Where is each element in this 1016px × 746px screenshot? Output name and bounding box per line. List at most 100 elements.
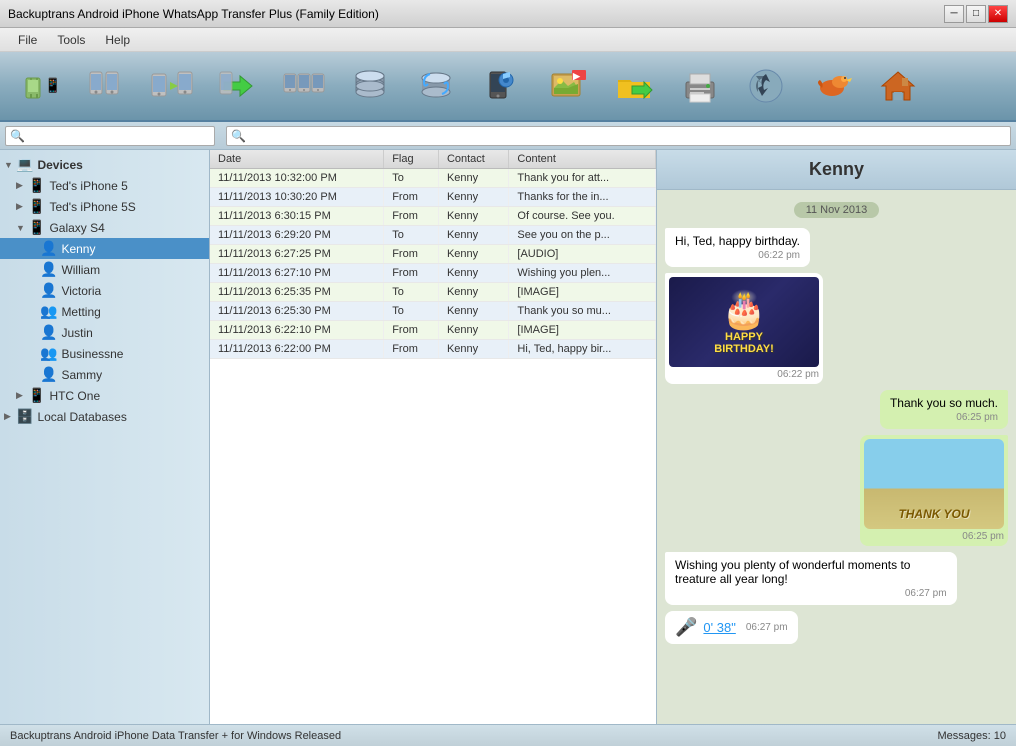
minimize-button[interactable]: ─ <box>944 5 964 23</box>
chat-bubble-1: Hi, Ted, happy birthday. 06:22 pm <box>665 228 810 267</box>
cell-contact: Kenny <box>438 169 508 188</box>
metting-icon: 👥 <box>40 303 57 320</box>
transfer-icon <box>148 62 196 110</box>
toolbar-database[interactable] <box>340 57 400 115</box>
audio-duration[interactable]: 0' 38" <box>703 620 735 635</box>
toolbar-bird[interactable] <box>802 57 862 115</box>
iphone5-icon: 📱 <box>28 177 45 194</box>
photos-icon: ▶ <box>544 62 592 110</box>
toolbar-transfer[interactable] <box>142 57 202 115</box>
table-row[interactable]: 11/11/2013 6:22:00 PM From Kenny Hi, Ted… <box>210 340 656 359</box>
cell-flag: From <box>384 264 439 283</box>
htc-arrow: ▶ <box>16 390 28 401</box>
sidebar-item-metting[interactable]: 👥 Metting <box>0 301 209 322</box>
col-contact: Contact <box>438 150 508 169</box>
svg-text:▶: ▶ <box>572 71 581 81</box>
folder-export-icon <box>610 62 658 110</box>
chat-bubble-5: Wishing you plenty of wonderful moments … <box>665 552 957 605</box>
sidebar-item-teds-iphone5[interactable]: ▶ 📱 Ted's iPhone 5 <box>0 175 209 196</box>
iphone5-label: Ted's iPhone 5 <box>49 179 127 193</box>
toolbar-export[interactable] <box>208 57 268 115</box>
content-area: Date Flag Contact Content 11/11/2013 10:… <box>210 150 656 724</box>
chat-time-3: 06:25 pm <box>890 412 998 423</box>
toolbar-android-transfer[interactable]: 📱 <box>10 57 70 115</box>
devices-icon <box>280 62 328 110</box>
cell-flag: To <box>384 283 439 302</box>
sidebar-item-teds-iphone5s[interactable]: ▶ 📱 Ted's iPhone 5S <box>0 196 209 217</box>
main-area: ▼ 💻 Devices ▶ 📱 Ted's iPhone 5 ▶ 📱 Ted's… <box>0 150 1016 724</box>
cell-content: Wishing you plen... <box>509 264 656 283</box>
sidebar-item-kenny[interactable]: 👤 Kenny <box>0 238 209 259</box>
htc-label: HTC One <box>49 389 100 403</box>
col-date: Date <box>210 150 384 169</box>
toolbar-devices[interactable] <box>274 57 334 115</box>
sidebar: ▼ 💻 Devices ▶ 📱 Ted's iPhone 5 ▶ 📱 Ted's… <box>0 150 210 724</box>
toolbar-folder-export[interactable] <box>604 57 664 115</box>
toolbar-print[interactable] <box>670 57 730 115</box>
message-list[interactable]: Date Flag Contact Content 11/11/2013 10:… <box>210 150 656 724</box>
cell-date: 11/11/2013 10:32:00 PM <box>210 169 384 188</box>
cell-content: Thank you so mu... <box>509 302 656 321</box>
window-title: Backuptrans Android iPhone WhatsApp Tran… <box>8 7 379 21</box>
cell-contact: Kenny <box>438 245 508 264</box>
sidebar-item-sammy[interactable]: 👤 Sammy <box>0 364 209 385</box>
chat-messages[interactable]: 11 Nov 2013 Hi, Ted, happy birthday. 06:… <box>657 190 1016 724</box>
toolbar-home[interactable] <box>868 57 928 115</box>
table-row[interactable]: 11/11/2013 10:32:00 PM To Kenny Thank yo… <box>210 169 656 188</box>
status-text-left: Backuptrans Android iPhone Data Transfer… <box>10 730 341 742</box>
title-bar: Backuptrans Android iPhone WhatsApp Tran… <box>0 0 1016 28</box>
sidebar-item-galaxy-s4[interactable]: ▼ 📱 Galaxy S4 <box>0 217 209 238</box>
sidebar-item-local-databases[interactable]: ▶ 🗄️ Local Databases <box>0 406 209 427</box>
cell-flag: From <box>384 340 439 359</box>
android-transfer-icon: 📱 <box>16 62 64 110</box>
close-button[interactable]: ✕ <box>988 5 1008 23</box>
toolbar-photos[interactable]: ▶ <box>538 57 598 115</box>
galaxy-s4-icon: 📱 <box>28 219 45 236</box>
htc-icon: 📱 <box>28 387 45 404</box>
menu-file[interactable]: File <box>8 31 47 49</box>
sidebar-item-devices[interactable]: ▼ 💻 Devices <box>0 154 209 175</box>
cell-date: 11/11/2013 6:27:25 PM <box>210 245 384 264</box>
victoria-icon: 👤 <box>40 282 57 299</box>
table-row[interactable]: 11/11/2013 6:22:10 PM From Kenny [IMAGE] <box>210 321 656 340</box>
table-row[interactable]: 11/11/2013 10:30:20 PM From Kenny Thanks… <box>210 188 656 207</box>
left-search-icon: 🔍 <box>6 129 29 143</box>
chat-time-6: 06:27 pm <box>746 622 788 633</box>
left-search-input[interactable] <box>29 130 189 142</box>
cell-content: See you on the p... <box>509 226 656 245</box>
chat-panel: Kenny 11 Nov 2013 Hi, Ted, happy birthda… <box>656 150 1016 724</box>
toolbar-iphone-backup[interactable] <box>76 57 136 115</box>
table-row[interactable]: 11/11/2013 6:27:25 PM From Kenny [AUDIO] <box>210 245 656 264</box>
sidebar-item-william[interactable]: 👤 William <box>0 259 209 280</box>
chat-bubble-4: THANK YOU 06:25 pm <box>860 435 1008 546</box>
table-row[interactable]: 11/11/2013 6:29:20 PM To Kenny See you o… <box>210 226 656 245</box>
sidebar-item-businessne[interactable]: 👥 Businessne <box>0 343 209 364</box>
sidebar-item-victoria[interactable]: 👤 Victoria <box>0 280 209 301</box>
menu-bar: File Tools Help <box>0 28 1016 52</box>
chat-text-3: Thank you so much. <box>890 396 998 410</box>
cell-content: [AUDIO] <box>509 245 656 264</box>
menu-help[interactable]: Help <box>95 31 140 49</box>
toolbar-recycle[interactable] <box>736 57 796 115</box>
toolbar-music-phone[interactable] <box>472 57 532 115</box>
maximize-button[interactable]: □ <box>966 5 986 23</box>
table-row[interactable]: 11/11/2013 6:30:15 PM From Kenny Of cour… <box>210 207 656 226</box>
sidebar-item-justin[interactable]: 👤 Justin <box>0 322 209 343</box>
menu-tools[interactable]: Tools <box>47 31 95 49</box>
toolbar-sync[interactable] <box>406 57 466 115</box>
chat-text-1: Hi, Ted, happy birthday. <box>675 234 800 248</box>
cell-contact: Kenny <box>438 264 508 283</box>
right-search-input[interactable] <box>250 130 1010 142</box>
chat-time-2: 06:22 pm <box>669 369 819 380</box>
devices-icon-sidebar: 💻 <box>16 156 33 173</box>
table-row[interactable]: 11/11/2013 6:27:10 PM From Kenny Wishing… <box>210 264 656 283</box>
cell-date: 11/11/2013 6:29:20 PM <box>210 226 384 245</box>
cell-contact: Kenny <box>438 340 508 359</box>
table-row[interactable]: 11/11/2013 6:25:30 PM To Kenny Thank you… <box>210 302 656 321</box>
table-row[interactable]: 11/11/2013 6:25:35 PM To Kenny [IMAGE] <box>210 283 656 302</box>
businessne-label: Businessne <box>61 347 123 361</box>
kenny-icon: 👤 <box>40 240 57 257</box>
search-area: 🔍 🔍 <box>0 122 1016 150</box>
sidebar-item-htc-one[interactable]: ▶ 📱 HTC One <box>0 385 209 406</box>
cell-contact: Kenny <box>438 207 508 226</box>
